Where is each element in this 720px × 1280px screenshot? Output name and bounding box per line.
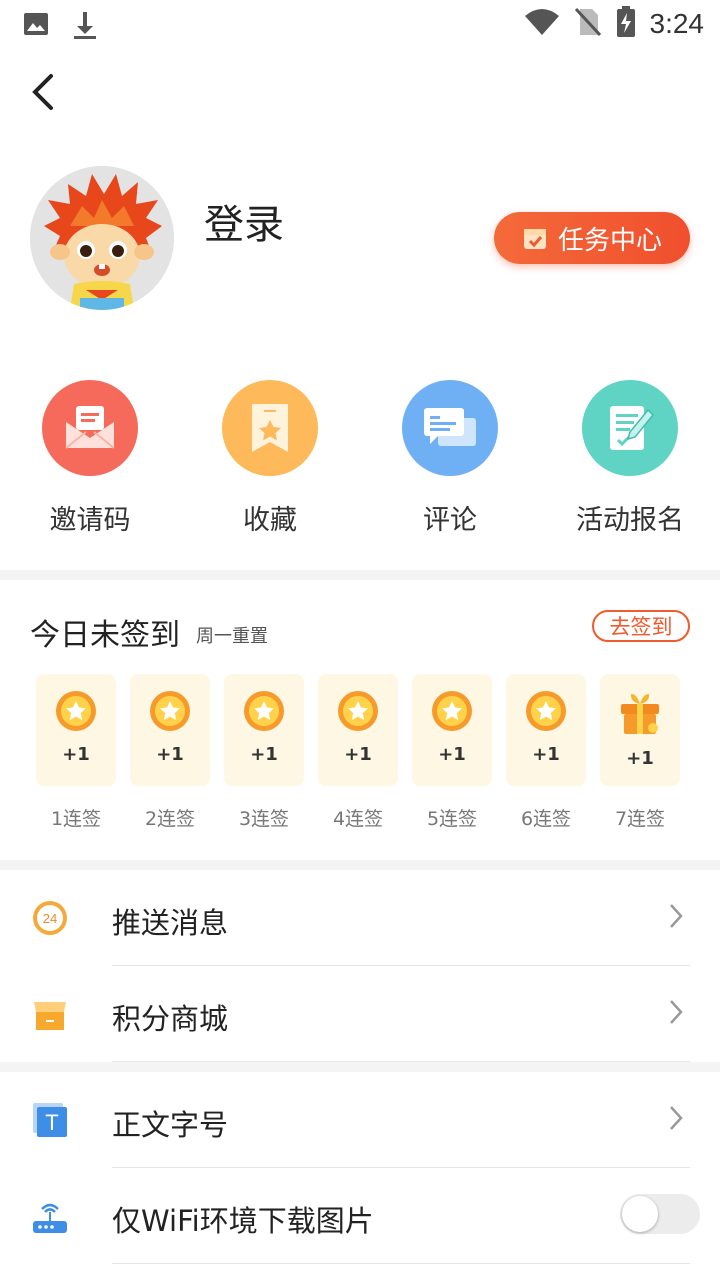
signin-day: +1 7连签 — [600, 674, 680, 831]
signin-day-label: 6连签 — [520, 808, 572, 830]
signin-day: +1 1连签 — [36, 674, 116, 831]
event-signup-label: 活动报名 — [576, 505, 684, 536]
task-center-button[interactable]: 任务中心 — [494, 212, 690, 264]
font-size-label: 正文字号 — [112, 1108, 229, 1142]
clock-24-badge: 24 — [43, 911, 57, 926]
signup-form-icon — [582, 380, 678, 476]
signin-status-title: 今日未签到 — [30, 618, 180, 653]
shop-icon — [30, 994, 70, 1034]
signin-day: +1 2连签 — [130, 674, 210, 831]
signin-day: +1 6连签 — [506, 674, 586, 831]
signin-day: +1 5连签 — [412, 674, 492, 831]
clock-time: 3:24 — [649, 8, 705, 39]
image-icon — [22, 10, 50, 44]
signin-day-reward: +1 — [62, 744, 90, 765]
wifi-download-row: 仅WiFi环境下载图片 — [0, 1168, 720, 1264]
signin-day-reward: +1 — [532, 744, 560, 765]
signin-day-label: 4连签 — [332, 808, 384, 830]
signin-day-label: 7连签 — [614, 808, 666, 830]
signin-day-reward: +1 — [250, 744, 278, 765]
back-button[interactable] — [22, 70, 62, 114]
signin-days: +1 1连签 +1 2连签 +1 3连签 +1 4连签 +1 5连签 +1 6连… — [36, 674, 680, 831]
signin-day-label: 5连签 — [426, 808, 478, 830]
router-icon — [30, 1196, 70, 1236]
font-size-row[interactable]: T 正文字号 — [0, 1072, 720, 1168]
signin-day: +1 4连签 — [318, 674, 398, 831]
comments-button[interactable]: 评论 — [360, 380, 540, 540]
signin-day-label: 3连签 — [238, 808, 290, 830]
signin-day-reward: +1 — [156, 744, 184, 765]
battery-charging-icon — [616, 6, 636, 42]
comment-icon — [402, 380, 498, 476]
points-mall-row[interactable]: 积分商城 — [0, 966, 720, 1062]
signin-day-card: +1 — [506, 674, 586, 786]
signin-day-card: +1 — [600, 674, 680, 786]
signin-button[interactable]: 去签到 — [592, 610, 690, 642]
signin-day-card: +1 — [130, 674, 210, 786]
invite-mail-icon — [42, 380, 138, 476]
avatar[interactable] — [30, 166, 174, 310]
signin-day: +1 3连签 — [224, 674, 304, 831]
chevron-right-icon — [670, 1106, 683, 1130]
status-bar: 3:24 — [0, 0, 720, 50]
download-icon — [72, 10, 98, 44]
chevron-right-icon — [670, 1000, 683, 1024]
signin-day-label: 1连签 — [50, 808, 102, 830]
favorites-label: 收藏 — [243, 505, 297, 536]
chevron-right-icon — [670, 904, 683, 928]
wifi-download-label: 仅WiFi环境下载图片 — [112, 1204, 374, 1238]
push-messages-label: 推送消息 — [112, 906, 229, 940]
login-link[interactable]: 登录 — [204, 192, 284, 250]
signin-day-reward: +1 — [626, 748, 654, 769]
coin-icon — [56, 691, 96, 731]
coin-icon — [244, 691, 284, 731]
coin-icon — [150, 691, 190, 731]
push-messages-row[interactable]: 24 推送消息 — [0, 870, 720, 966]
bookmark-star-icon — [222, 380, 318, 476]
section-divider — [0, 860, 720, 870]
task-center-label: 任务中心 — [557, 225, 662, 256]
coin-icon — [526, 691, 566, 731]
wifi-icon — [524, 8, 560, 40]
signin-day-card: +1 — [224, 674, 304, 786]
signin-day-card: +1 — [412, 674, 492, 786]
section-divider — [0, 1062, 720, 1072]
back-arrow-icon — [32, 74, 53, 110]
section-divider — [0, 570, 720, 580]
text-size-badge: T — [45, 1110, 58, 1135]
wifi-download-toggle[interactable] — [620, 1194, 700, 1234]
signin-day-reward: +1 — [438, 744, 466, 765]
event-signup-button[interactable]: 活动报名 — [540, 380, 720, 540]
quick-actions: 邀请码 收藏 评论 活动报名 — [0, 380, 720, 540]
invite-code-button[interactable]: 邀请码 — [0, 380, 180, 540]
row-divider — [112, 1263, 690, 1264]
signin-day-reward: +1 — [344, 744, 372, 765]
coin-icon — [432, 691, 472, 731]
signin-day-card: +1 — [318, 674, 398, 786]
invite-code-label: 邀请码 — [49, 505, 131, 536]
toggle-knob — [622, 1196, 658, 1232]
coin-icon — [338, 691, 378, 731]
signin-reset-note: 周一重置 — [196, 626, 268, 647]
signin-day-card: +1 — [36, 674, 116, 786]
calendar-check-icon — [523, 229, 546, 249]
clock-24-icon: 24 — [30, 898, 70, 938]
points-mall-label: 积分商城 — [112, 1002, 229, 1036]
comments-label: 评论 — [423, 505, 477, 536]
signin-day-label: 2连签 — [144, 808, 196, 830]
text-size-icon: T — [30, 1100, 70, 1140]
no-sim-icon — [574, 7, 602, 41]
gift-box-icon — [621, 694, 659, 734]
favorites-button[interactable]: 收藏 — [180, 380, 360, 540]
